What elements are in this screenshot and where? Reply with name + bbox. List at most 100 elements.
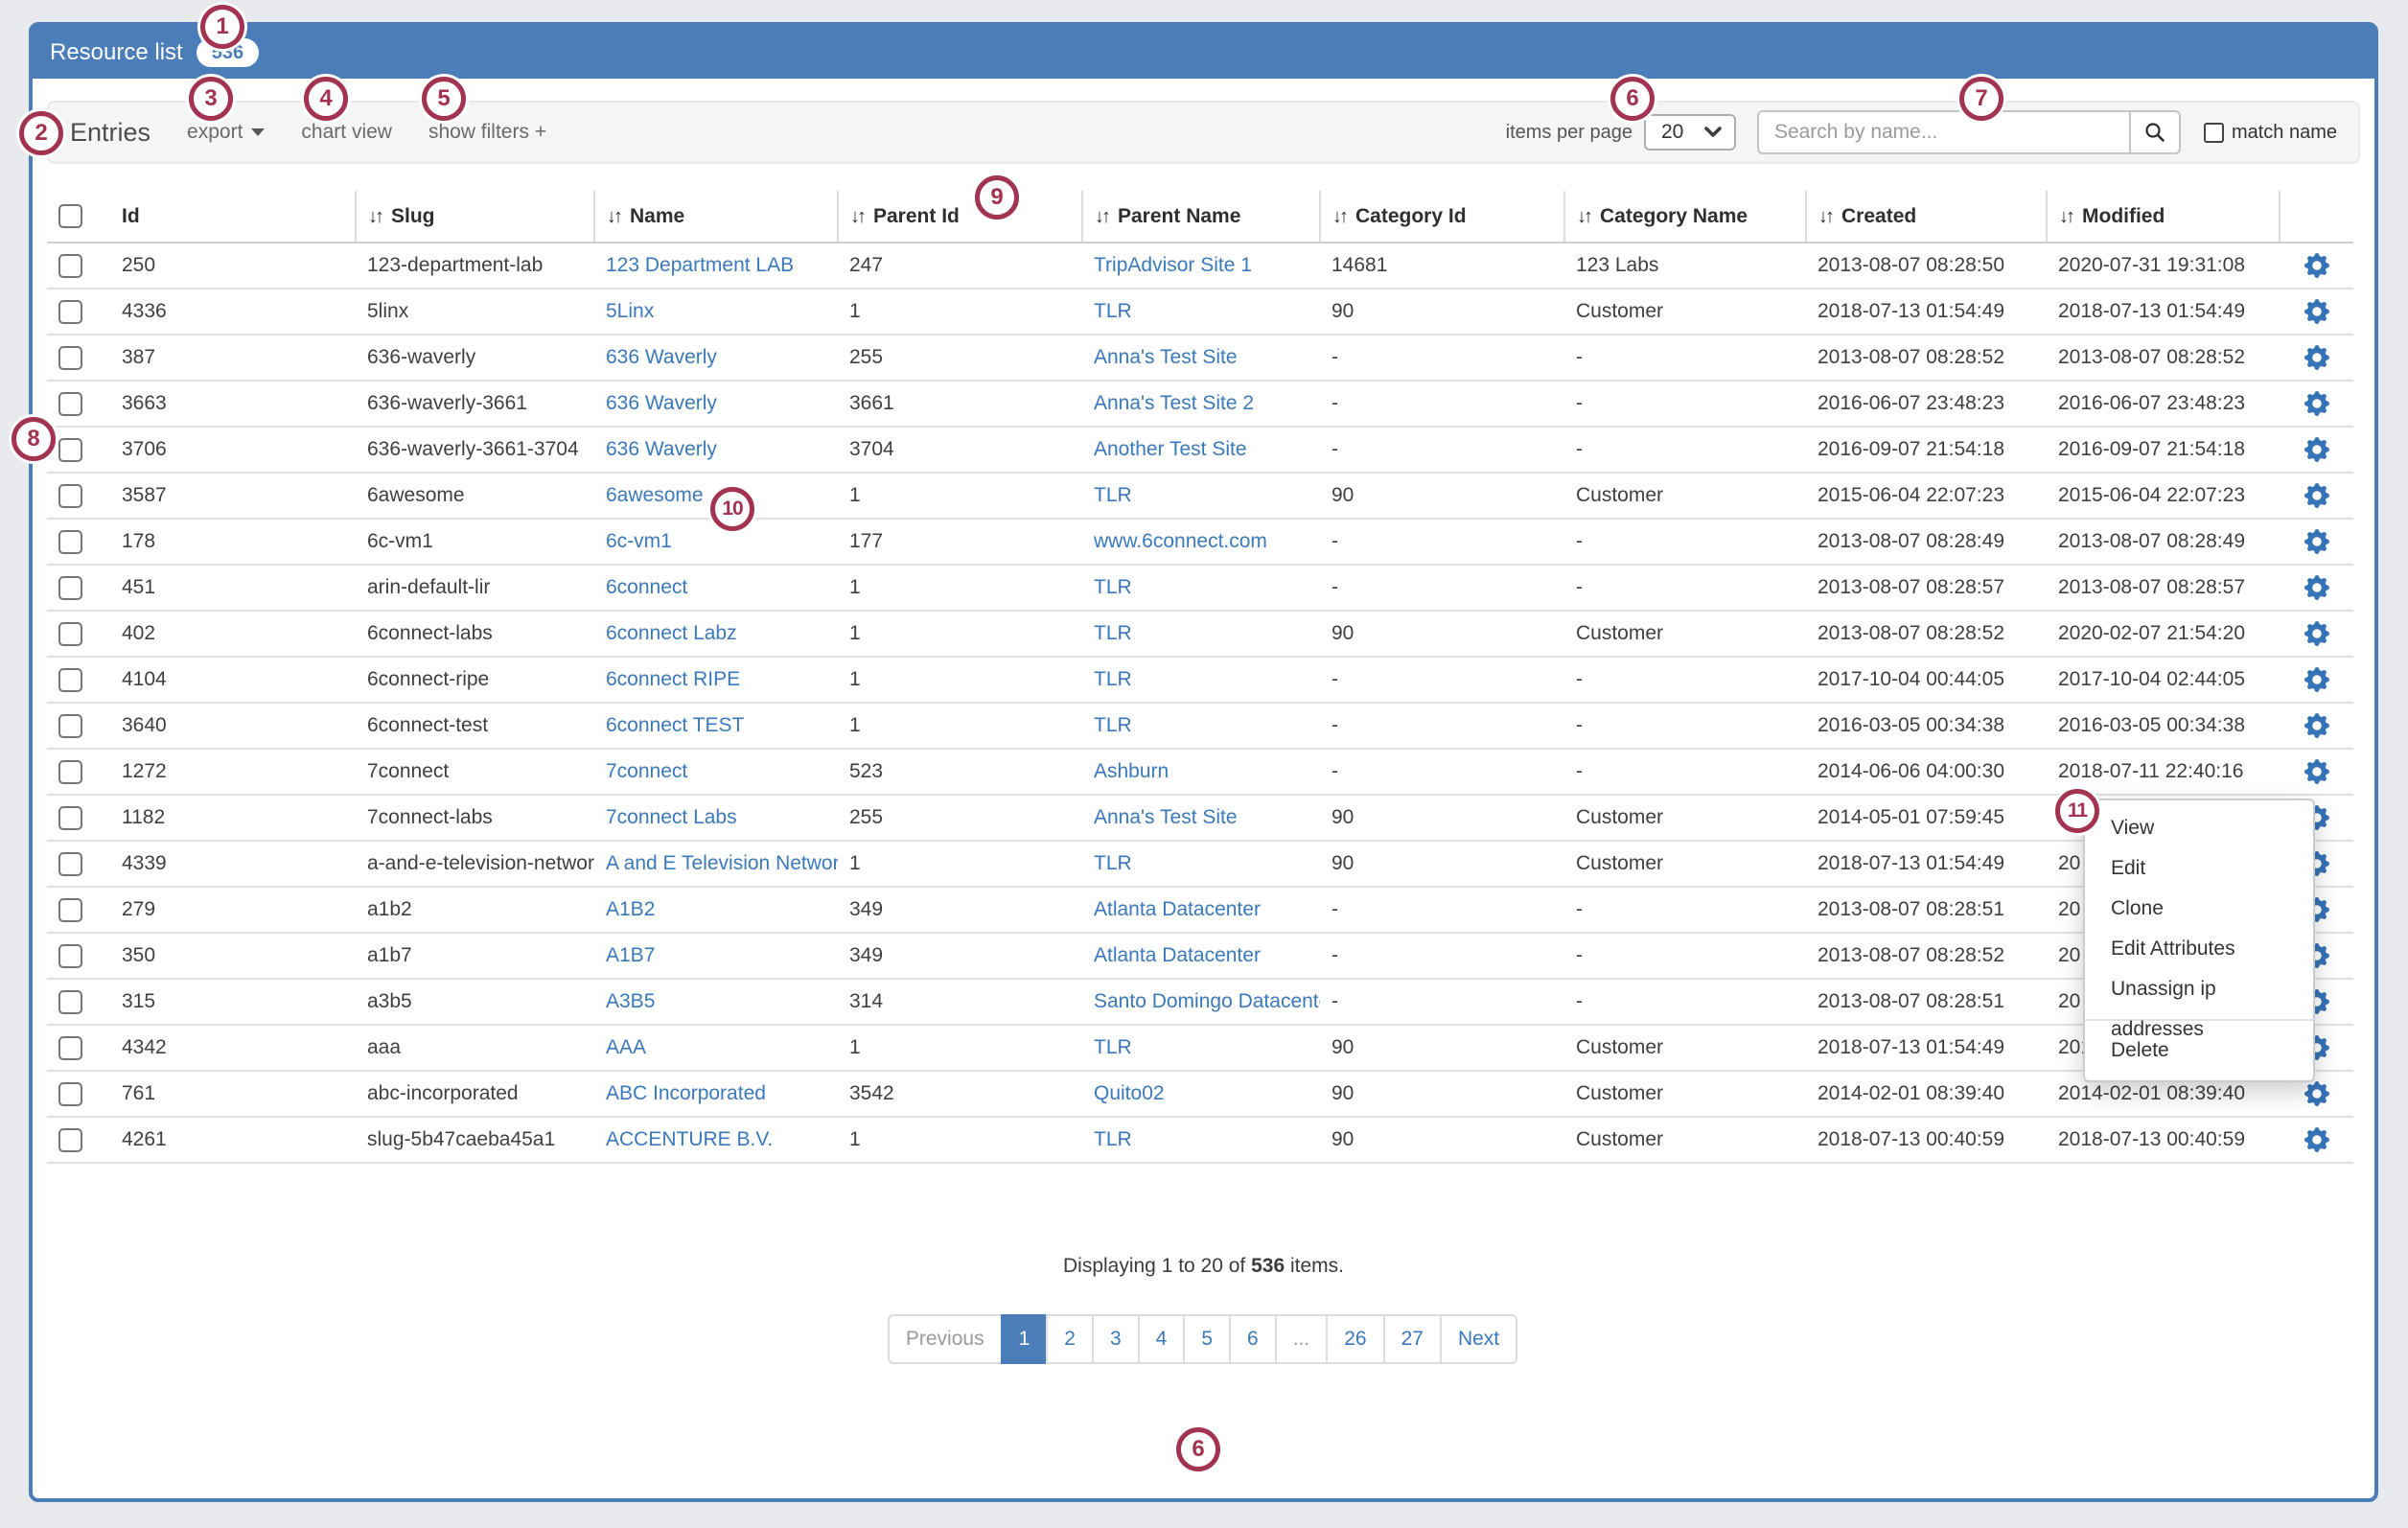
select-all-checkbox[interactable] [58, 204, 82, 228]
menu-item-unassign-ip-addresses[interactable]: Unassign ip addresses [2085, 969, 2313, 1009]
row-checkbox[interactable] [58, 1082, 82, 1106]
menu-item-edit-attributes[interactable]: Edit Attributes [2085, 929, 2313, 969]
page-next[interactable]: Next [1440, 1314, 1517, 1364]
row-actions-gear-button[interactable] [2304, 714, 2329, 736]
row-checkbox[interactable] [58, 346, 82, 370]
row-checkbox[interactable] [58, 530, 82, 554]
col-header-slug[interactable]: ↓↑Slug [356, 191, 594, 243]
row-checkbox[interactable] [58, 1128, 82, 1152]
col-header-created[interactable]: ↓↑Created [1806, 191, 2047, 243]
row-checkbox[interactable] [58, 300, 82, 324]
parent-name-link[interactable]: Ashburn [1094, 760, 1169, 782]
row-checkbox[interactable] [58, 484, 82, 508]
parent-name-link[interactable]: Anna's Test Site [1094, 806, 1238, 828]
row-checkbox[interactable] [58, 576, 82, 600]
resource-name-link[interactable]: 636 Waverly [606, 346, 717, 368]
row-checkbox[interactable] [58, 668, 82, 692]
parent-name-link[interactable]: Atlanta Datacenter [1094, 944, 1261, 966]
resource-name-link[interactable]: A and E Television Network [606, 852, 838, 874]
row-actions-gear-button[interactable] [2304, 346, 2329, 368]
parent-name-link[interactable]: Santo Domingo Datacenter [1094, 990, 1320, 1012]
row-actions-gear-button[interactable] [2304, 392, 2329, 414]
row-actions-gear-button[interactable] [2304, 300, 2329, 322]
resource-name-link[interactable]: 6connect [606, 576, 687, 598]
parent-name-link[interactable]: Anna's Test Site [1094, 346, 1238, 368]
parent-name-link[interactable]: TLR [1094, 1036, 1132, 1058]
page-27[interactable]: 27 [1383, 1314, 1442, 1364]
parent-name-link[interactable]: TLR [1094, 622, 1132, 644]
resource-name-link[interactable]: 6awesome [606, 484, 704, 506]
row-checkbox[interactable] [58, 990, 82, 1014]
row-actions-gear-button[interactable] [2304, 760, 2329, 782]
row-actions-gear-button[interactable] [2304, 530, 2329, 552]
search-input[interactable] [1757, 110, 2129, 154]
page-6[interactable]: 6 [1229, 1314, 1277, 1364]
match-name-checkbox[interactable] [2204, 123, 2224, 143]
row-actions-gear-button[interactable] [2304, 438, 2329, 460]
parent-name-link[interactable]: Quito02 [1094, 1082, 1165, 1104]
parent-name-link[interactable]: TLR [1094, 852, 1132, 874]
menu-item-clone[interactable]: Clone [2085, 889, 2313, 929]
resource-name-link[interactable]: ACCENTURE B.V. [606, 1128, 773, 1150]
col-header-category-name[interactable]: ↓↑Category Name [1564, 191, 1806, 243]
resource-name-link[interactable]: A1B2 [606, 898, 655, 920]
resource-name-link[interactable]: AAA [606, 1036, 646, 1058]
row-checkbox[interactable] [58, 852, 82, 876]
col-header-parent-id[interactable]: ↓↑Parent Id [838, 191, 1082, 243]
page-4[interactable]: 4 [1138, 1314, 1186, 1364]
parent-name-link[interactable]: TripAdvisor Site 1 [1094, 254, 1252, 276]
resource-name-link[interactable]: 7connect [606, 760, 687, 782]
resource-name-link[interactable]: A1B7 [606, 944, 655, 966]
row-checkbox[interactable] [58, 392, 82, 416]
parent-name-link[interactable]: TLR [1094, 300, 1132, 322]
resource-name-link[interactable]: 636 Waverly [606, 438, 717, 460]
page-3[interactable]: 3 [1092, 1314, 1140, 1364]
col-header-modified[interactable]: ↓↑Modified [2047, 191, 2280, 243]
row-checkbox[interactable] [58, 898, 82, 922]
parent-name-link[interactable]: TLR [1094, 714, 1132, 736]
col-header-category-id[interactable]: ↓↑Category Id [1320, 191, 1564, 243]
chart-view-button[interactable]: chart view [301, 121, 392, 144]
row-actions-gear-button[interactable] [2304, 1082, 2329, 1104]
page-26[interactable]: 26 [1326, 1314, 1384, 1364]
row-checkbox[interactable] [58, 806, 82, 830]
col-header-name[interactable]: ↓↑Name [594, 191, 838, 243]
resource-name-link[interactable]: 6connect Labz [606, 622, 737, 644]
row-actions-gear-button[interactable] [2304, 254, 2329, 276]
row-checkbox[interactable] [58, 438, 82, 462]
items-per-page-select[interactable]: 20 [1644, 114, 1736, 150]
resource-name-link[interactable]: 6connect RIPE [606, 668, 740, 690]
row-checkbox[interactable] [58, 760, 82, 784]
row-checkbox[interactable] [58, 254, 82, 278]
search-button[interactable] [2129, 110, 2181, 154]
parent-name-link[interactable]: TLR [1094, 576, 1132, 598]
menu-item-edit[interactable]: Edit [2085, 848, 2313, 889]
resource-name-link[interactable]: 5Linx [606, 300, 654, 322]
row-actions-gear-button[interactable] [2304, 576, 2329, 598]
row-checkbox[interactable] [58, 714, 82, 738]
row-actions-gear-button[interactable] [2304, 484, 2329, 506]
row-checkbox[interactable] [58, 1036, 82, 1060]
resource-name-link[interactable]: 123 Department LAB [606, 254, 794, 276]
parent-name-link[interactable]: TLR [1094, 1128, 1132, 1150]
row-checkbox[interactable] [58, 944, 82, 968]
parent-name-link[interactable]: www.6connect.com [1094, 530, 1267, 552]
parent-name-link[interactable]: TLR [1094, 484, 1132, 506]
show-filters-button[interactable]: show filters + [428, 121, 546, 144]
parent-name-link[interactable]: Anna's Test Site 2 [1094, 392, 1254, 414]
row-actions-gear-button[interactable] [2304, 668, 2329, 690]
parent-name-link[interactable]: Atlanta Datacenter [1094, 898, 1261, 920]
export-button[interactable]: export [187, 121, 265, 144]
resource-name-link[interactable]: ABC Incorporated [606, 1082, 766, 1104]
page-5[interactable]: 5 [1183, 1314, 1231, 1364]
page-2[interactable]: 2 [1046, 1314, 1094, 1364]
parent-name-link[interactable]: Another Test Site [1094, 438, 1247, 460]
parent-name-link[interactable]: TLR [1094, 668, 1132, 690]
resource-name-link[interactable]: A3B5 [606, 990, 655, 1012]
menu-item-view[interactable]: View [2085, 808, 2313, 848]
row-actions-gear-button[interactable] [2304, 1128, 2329, 1150]
col-header-parent-name[interactable]: ↓↑Parent Name [1082, 191, 1320, 243]
resource-name-link[interactable]: 6connect TEST [606, 714, 744, 736]
row-checkbox[interactable] [58, 622, 82, 646]
row-actions-gear-button[interactable] [2304, 622, 2329, 644]
